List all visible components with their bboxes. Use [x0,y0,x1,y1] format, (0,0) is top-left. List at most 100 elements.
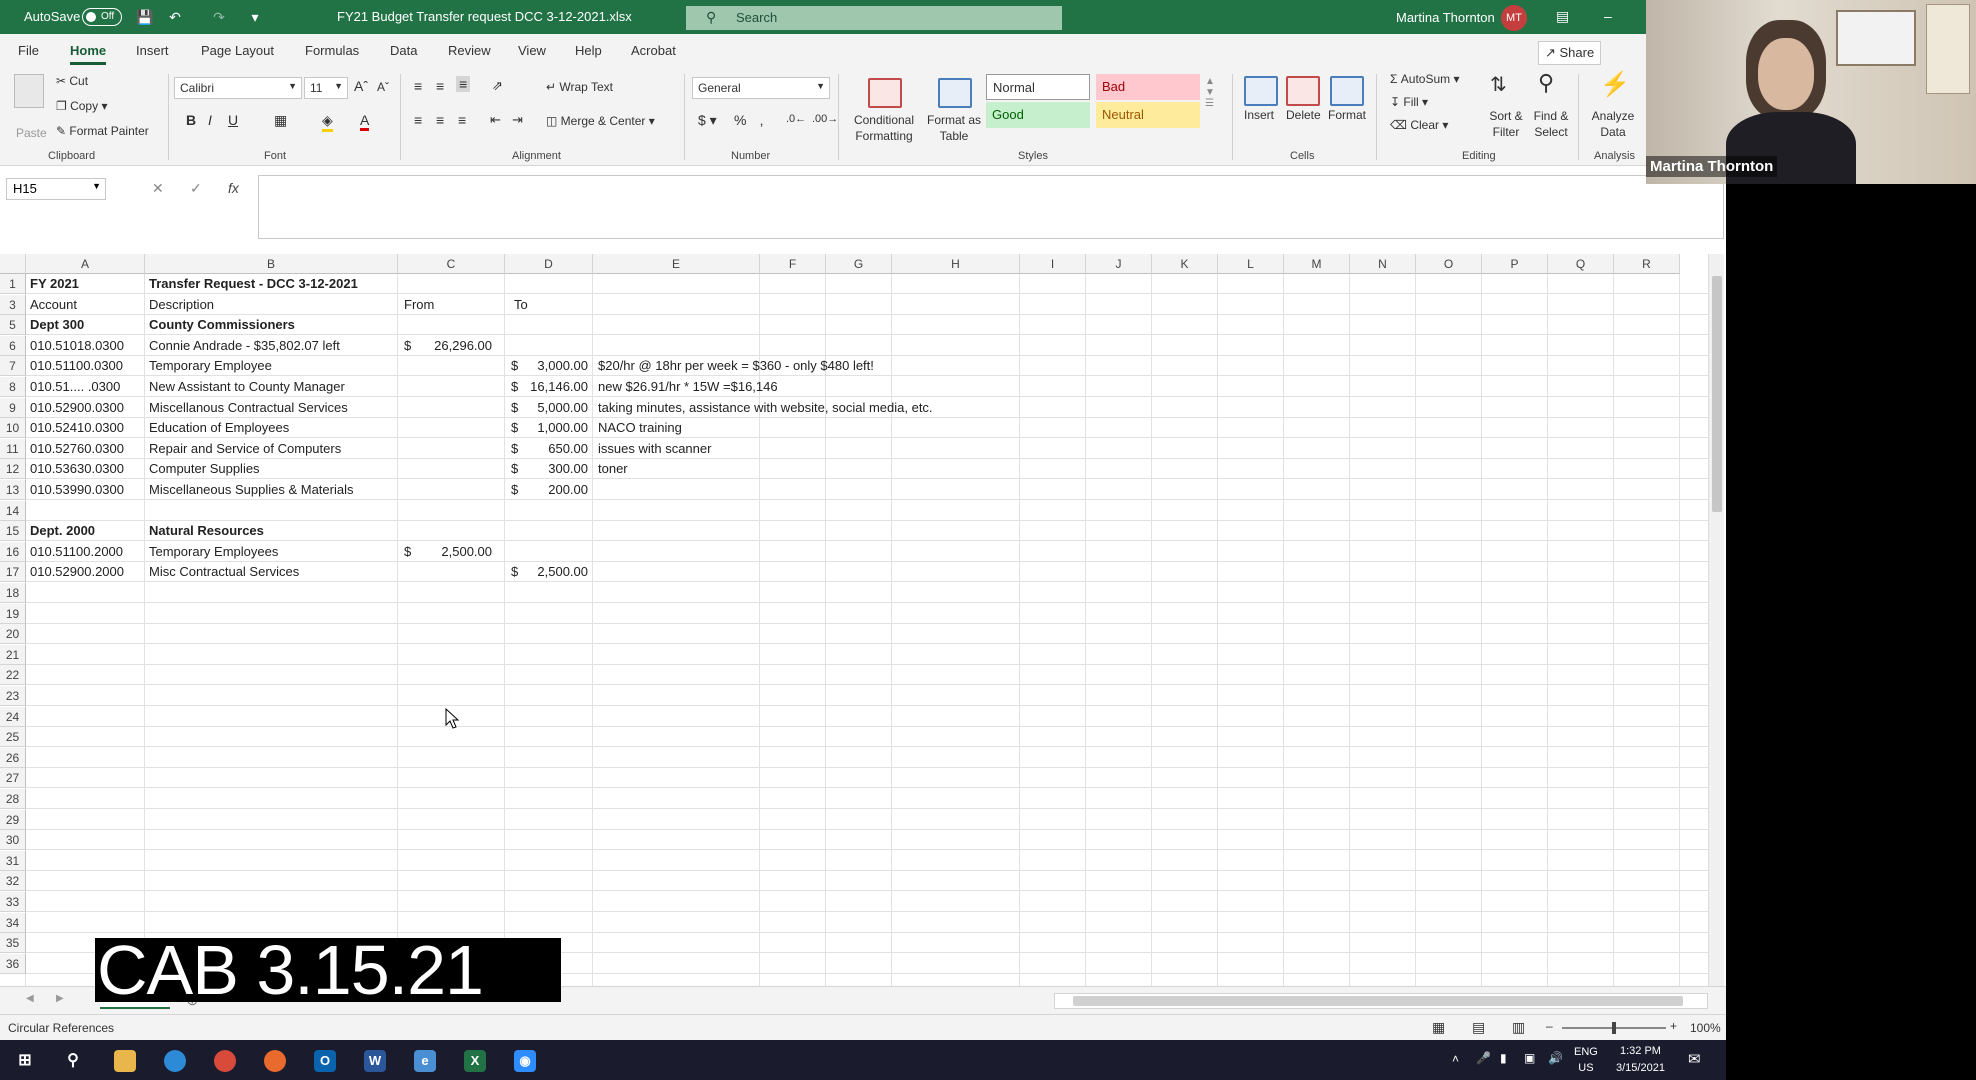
cell-description[interactable]: Description [149,295,214,315]
font-family-select[interactable]: Calibri ▼ [174,77,302,99]
word-icon[interactable]: W [364,1050,386,1072]
language-indicator[interactable]: ENG US [1574,1044,1598,1076]
tab-home[interactable]: Home [70,43,107,65]
bold-button[interactable]: B [186,112,196,128]
percent-icon[interactable]: % [734,112,746,128]
page-layout-view-icon[interactable]: ▤ [1472,1019,1485,1036]
increase-decimal-icon[interactable]: .0← [786,113,806,125]
confirm-entry-icon[interactable]: ✓ [190,180,202,197]
zoom-level[interactable]: 100% [1690,1021,1721,1035]
column-header[interactable]: G [826,254,892,274]
conditional-formatting-icon[interactable] [868,78,902,108]
normal-view-icon[interactable]: ▦ [1432,1019,1445,1036]
row-header[interactable]: 18 [0,583,26,603]
sort-filter-icon[interactable]: ⇅ [1490,72,1507,97]
autosum-button[interactable]: Σ AutoSum ▾ [1390,72,1459,86]
column-header[interactable]: Q [1548,254,1614,274]
cell-description[interactable]: Transfer Request - DCC 3-12-2021 [149,274,358,294]
row-header[interactable]: 13 [0,480,26,500]
volume-icon[interactable]: 🔊 [1548,1051,1563,1065]
tray-battery-icon[interactable]: ▮ [1500,1051,1507,1065]
row-header[interactable]: 23 [0,686,26,706]
cell-account[interactable]: Dept 300 [30,315,84,335]
row-header[interactable]: 9 [0,397,26,418]
edge-legacy-icon[interactable]: e [414,1050,436,1072]
row-header[interactable]: 24 [0,706,26,727]
align-top-icon[interactable]: ≡ [414,78,422,94]
microphone-icon[interactable]: 🎤 [1476,1051,1491,1065]
select-all-corner[interactable] [0,254,26,274]
save-icon[interactable]: 💾 [136,8,154,26]
cell-from-amount[interactable]: 2,500.00 [420,542,492,562]
sort-filter-button[interactable]: Sort & Filter [1484,108,1528,140]
row-header[interactable]: 12 [0,459,26,480]
vertical-scrollbar[interactable] [1708,254,1724,986]
tab-data[interactable]: Data [390,43,417,58]
row-header[interactable]: 8 [0,377,26,397]
tab-file[interactable]: File [18,43,39,58]
row-header[interactable]: 25 [0,727,26,748]
row-header[interactable]: 7 [0,356,26,377]
zoom-slider[interactable] [1562,1022,1666,1034]
align-middle-icon[interactable]: ≡ [436,78,444,94]
user-name[interactable]: Martina Thornton [1396,10,1495,25]
borders-icon[interactable]: ▦ [274,112,287,129]
cell-to-amount[interactable]: 3,000.00 [520,356,588,376]
paste-icon[interactable] [14,74,44,108]
delete-cells-icon[interactable] [1286,76,1320,106]
column-header[interactable]: I [1020,254,1086,274]
cell-notes[interactable]: toner [598,459,628,479]
edge-icon[interactable] [164,1050,186,1072]
cell-account[interactable]: 010.52900.0300 [30,398,124,418]
row-header[interactable]: 28 [0,789,26,809]
prev-sheet-icon[interactable]: ◀ [26,993,34,1004]
cell-to-amount[interactable]: 2,500.00 [520,562,588,582]
autosave-toggle[interactable]: Off [82,8,122,26]
insert-cells-icon[interactable] [1244,76,1278,106]
underline-button[interactable]: U [228,112,238,128]
cell-description[interactable]: New Assistant to County Manager [149,377,345,397]
column-header[interactable]: H [892,254,1020,274]
column-header[interactable]: P [1482,254,1548,274]
clear-button[interactable]: ⌫ Clear ▾ [1390,118,1448,132]
row-header[interactable]: 20 [0,624,26,645]
row-header[interactable]: 27 [0,768,26,789]
format-cells-icon[interactable] [1330,76,1364,106]
fill-color-icon[interactable]: ◈ [322,112,333,132]
cell-account[interactable]: Dept. 2000 [30,521,95,541]
cell-to-currency[interactable]: $ [511,439,518,459]
format-as-table-button[interactable]: Format as Table [924,112,984,144]
cell-to-currency[interactable]: $ [511,418,518,438]
style-normal[interactable]: Normal [986,74,1090,100]
tab-review[interactable]: Review [448,43,491,58]
column-header[interactable]: F [760,254,826,274]
insert-cells-button[interactable]: Insert [1244,108,1274,122]
font-color-icon[interactable]: A [360,112,370,131]
tab-insert[interactable]: Insert [136,43,169,58]
cell-notes[interactable]: $20/hr @ 18hr per week = $360 - only $48… [598,356,874,376]
cell-account[interactable]: 010.51.... .0300 [30,377,120,397]
delete-cells-button[interactable]: Delete [1286,108,1321,122]
find-select-icon[interactable]: ⚲ [1538,70,1554,96]
row-header[interactable]: 3 [0,294,26,315]
minimize-icon[interactable]: – [1604,8,1612,24]
zoom-in-icon[interactable]: + [1670,1019,1677,1033]
cell-to-currency[interactable]: $ [511,377,518,397]
cell-account[interactable]: 010.52760.0300 [30,439,124,459]
italic-button[interactable]: I [208,112,212,128]
column-header[interactable]: A [26,254,145,274]
document-title[interactable]: FY21 Budget Transfer request DCC 3-12-20… [337,9,632,24]
tray-chevron-icon[interactable]: ˄ [1452,1052,1459,1066]
share-button[interactable]: ↗ Share [1538,41,1602,65]
style-good[interactable]: Good [986,102,1090,128]
column-header[interactable]: K [1152,254,1218,274]
analyze-data-button[interactable]: Analyze Data [1586,108,1640,140]
row-header[interactable]: 6 [0,335,26,356]
decrease-font-icon[interactable]: Aˇ [377,80,389,94]
align-bottom-icon[interactable]: ≡ [456,76,471,92]
currency-icon[interactable]: $ ▾ [698,112,717,129]
cell-to-amount[interactable]: 650.00 [520,439,588,459]
notifications-icon[interactable]: ✉ [1688,1050,1701,1068]
number-format-select[interactable]: General ▼ [692,77,830,99]
cell-from-currency[interactable]: $ [404,542,411,562]
